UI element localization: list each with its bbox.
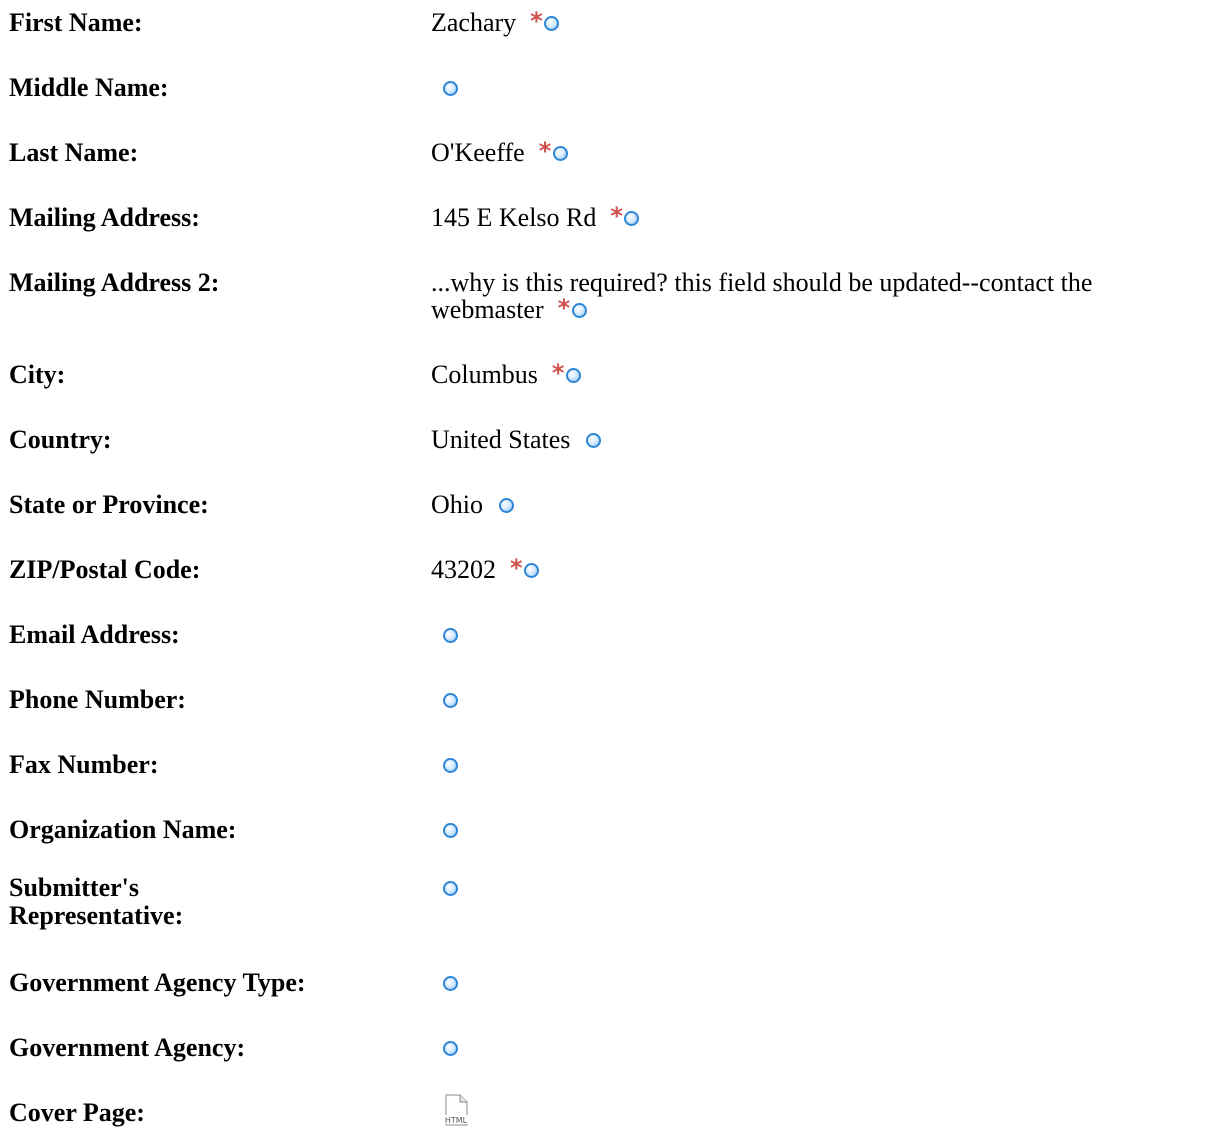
field-value-wrap: O'Keeffe [431, 137, 1203, 167]
globe-icon[interactable] [443, 976, 458, 991]
field-value: 43202 [431, 555, 496, 584]
globe-icon[interactable] [586, 433, 602, 448]
field-value: 145 E Kelso Rd [431, 203, 597, 232]
field-value: Zachary [431, 8, 517, 37]
field-value-wrap: 145 E Kelso Rd [431, 202, 1203, 232]
field-label: Mailing Address: [9, 203, 200, 232]
globe-icon[interactable] [524, 563, 539, 578]
field-label: Email Address: [9, 620, 180, 649]
field-value-wrap [431, 1034, 1203, 1062]
field-label: Country: [9, 425, 112, 454]
field-value-wrap [431, 751, 1203, 779]
field-value-wrap: Zachary [431, 7, 1203, 37]
globe-icon[interactable] [544, 16, 560, 31]
field-value: Columbus [431, 360, 538, 389]
field-value: United States [431, 425, 571, 454]
field-value-wrap: 43202 [431, 554, 1203, 584]
globe-icon[interactable] [624, 211, 640, 226]
field-value: O'Keeffe [431, 138, 525, 167]
field-value-wrap [431, 686, 1203, 714]
field-value-wrap [431, 74, 1203, 102]
required-asterisk-icon [558, 294, 571, 322]
globe-icon[interactable] [565, 368, 581, 383]
field-label: Submitter's Representative: [9, 873, 184, 930]
field-label: Middle Name: [9, 73, 169, 102]
field-label: State or Province: [9, 490, 209, 519]
globe-icon[interactable] [571, 303, 587, 318]
field-label: Last Name: [9, 138, 139, 167]
globe-icon[interactable] [552, 146, 568, 161]
globe-icon[interactable] [443, 1041, 458, 1056]
html-file-icon-label: HTML [445, 1116, 468, 1125]
globe-icon[interactable] [443, 693, 458, 708]
globe-icon[interactable] [443, 881, 458, 896]
field-label: Government Agency Type: [9, 968, 306, 997]
required-asterisk-icon [530, 7, 543, 35]
field-value-wrap [431, 621, 1203, 649]
required-asterisk-icon [610, 202, 623, 230]
globe-icon[interactable] [443, 758, 458, 773]
globe-icon[interactable] [443, 628, 458, 643]
globe-icon[interactable] [443, 823, 458, 838]
field-value-wrap: Columbus [431, 359, 1203, 389]
field-label: Mailing Address 2: [9, 268, 220, 297]
field-value-wrap: United States [431, 426, 1203, 454]
field-label: Cover Page: [9, 1098, 145, 1127]
required-asterisk-icon [510, 554, 523, 582]
field-label: City: [9, 360, 66, 389]
globe-icon[interactable] [499, 498, 514, 513]
field-value-wrap [431, 816, 1203, 844]
required-asterisk-icon [539, 137, 552, 165]
field-value: ...why is this required? this field shou… [431, 268, 1093, 324]
field-label: Fax Number: [9, 750, 159, 779]
field-value-wrap: Ohio [431, 491, 1203, 519]
field-label: Phone Number: [9, 685, 186, 714]
field-value: Ohio [431, 490, 483, 519]
required-asterisk-icon [552, 359, 565, 387]
field-value-wrap [431, 969, 1203, 997]
field-label: First Name: [9, 8, 143, 37]
field-label: Government Agency: [9, 1033, 246, 1062]
field-value-wrap [431, 874, 1203, 902]
field-label: ZIP/Postal Code: [9, 555, 201, 584]
html-file-icon[interactable]: HTML [441, 1094, 471, 1126]
field-value-wrap: ...why is this required? this field shou… [431, 269, 1203, 323]
globe-icon[interactable] [443, 81, 458, 96]
field-label: Organization Name: [9, 815, 237, 844]
